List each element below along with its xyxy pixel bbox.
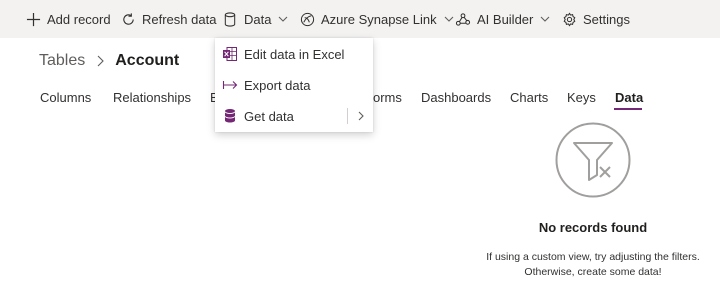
refresh-data-label: Refresh data [142,11,217,27]
menu-item-label: Export data [244,77,311,93]
active-tab-indicator [614,108,642,110]
chevron-down-icon [539,13,551,25]
add-record-button[interactable]: Add record [25,0,111,38]
ai-builder-icon [455,11,471,27]
empty-state-title: No records found [538,220,648,235]
breadcrumb: Tables Account [39,50,179,72]
export-arrow-icon [222,77,238,93]
tab-dashboards[interactable]: Dashboards [421,88,491,108]
plus-icon [25,11,41,27]
settings-label: Settings [583,11,630,27]
empty-state-line-2: Otherwise, create some data! [524,266,662,278]
filter-clear-icon [555,122,631,198]
data-dropdown-menu: Edit data in Excel Export data Get data [215,38,373,132]
refresh-data-button[interactable]: Refresh data [120,0,216,38]
data-menu-button[interactable]: Data [222,0,289,38]
synapse-link-icon [299,11,315,27]
chevron-right-icon [92,53,108,69]
azure-synapse-link-button[interactable]: Azure Synapse Link [299,0,455,38]
settings-button[interactable]: Settings [561,0,630,38]
data-menu-label: Data [244,11,272,27]
database-icon [222,108,238,124]
tab-relationships[interactable]: Relationships [113,88,191,108]
gear-icon [561,11,577,27]
empty-state-line-1: If using a custom view, try adjusting th… [486,251,700,263]
excel-icon [222,46,238,62]
menu-item-export-data[interactable]: Export data [215,70,373,100]
ai-builder-button[interactable]: AI Builder [455,0,551,38]
tab-columns[interactable]: Columns [40,88,91,108]
menu-item-get-data[interactable]: Get data [215,101,373,131]
page-title: Account [115,52,180,69]
ai-builder-label: AI Builder [477,11,534,27]
tab-forms[interactable]: orms [373,88,402,108]
chevron-down-icon [443,13,455,25]
breadcrumb-tables-link[interactable]: Tables [39,52,85,70]
chevron-down-icon [277,13,289,25]
database-icon [222,11,238,27]
add-record-label: Add record [47,11,111,27]
tab-keys[interactable]: Keys [567,88,596,108]
tab-data[interactable]: Data [615,88,643,108]
menu-item-label: Edit data in Excel [244,46,345,62]
command-bar: Add record Refresh data Data Azure Synap… [0,0,720,38]
menu-item-edit-in-excel[interactable]: Edit data in Excel [215,39,373,69]
refresh-icon [120,11,136,27]
empty-state-message: If using a custom view, try adjusting th… [470,250,716,280]
azure-synapse-link-label: Azure Synapse Link [321,11,437,27]
menu-item-label: Get data [244,108,294,124]
submenu-chevron-icon[interactable] [347,108,373,124]
tab-charts[interactable]: Charts [510,88,548,108]
